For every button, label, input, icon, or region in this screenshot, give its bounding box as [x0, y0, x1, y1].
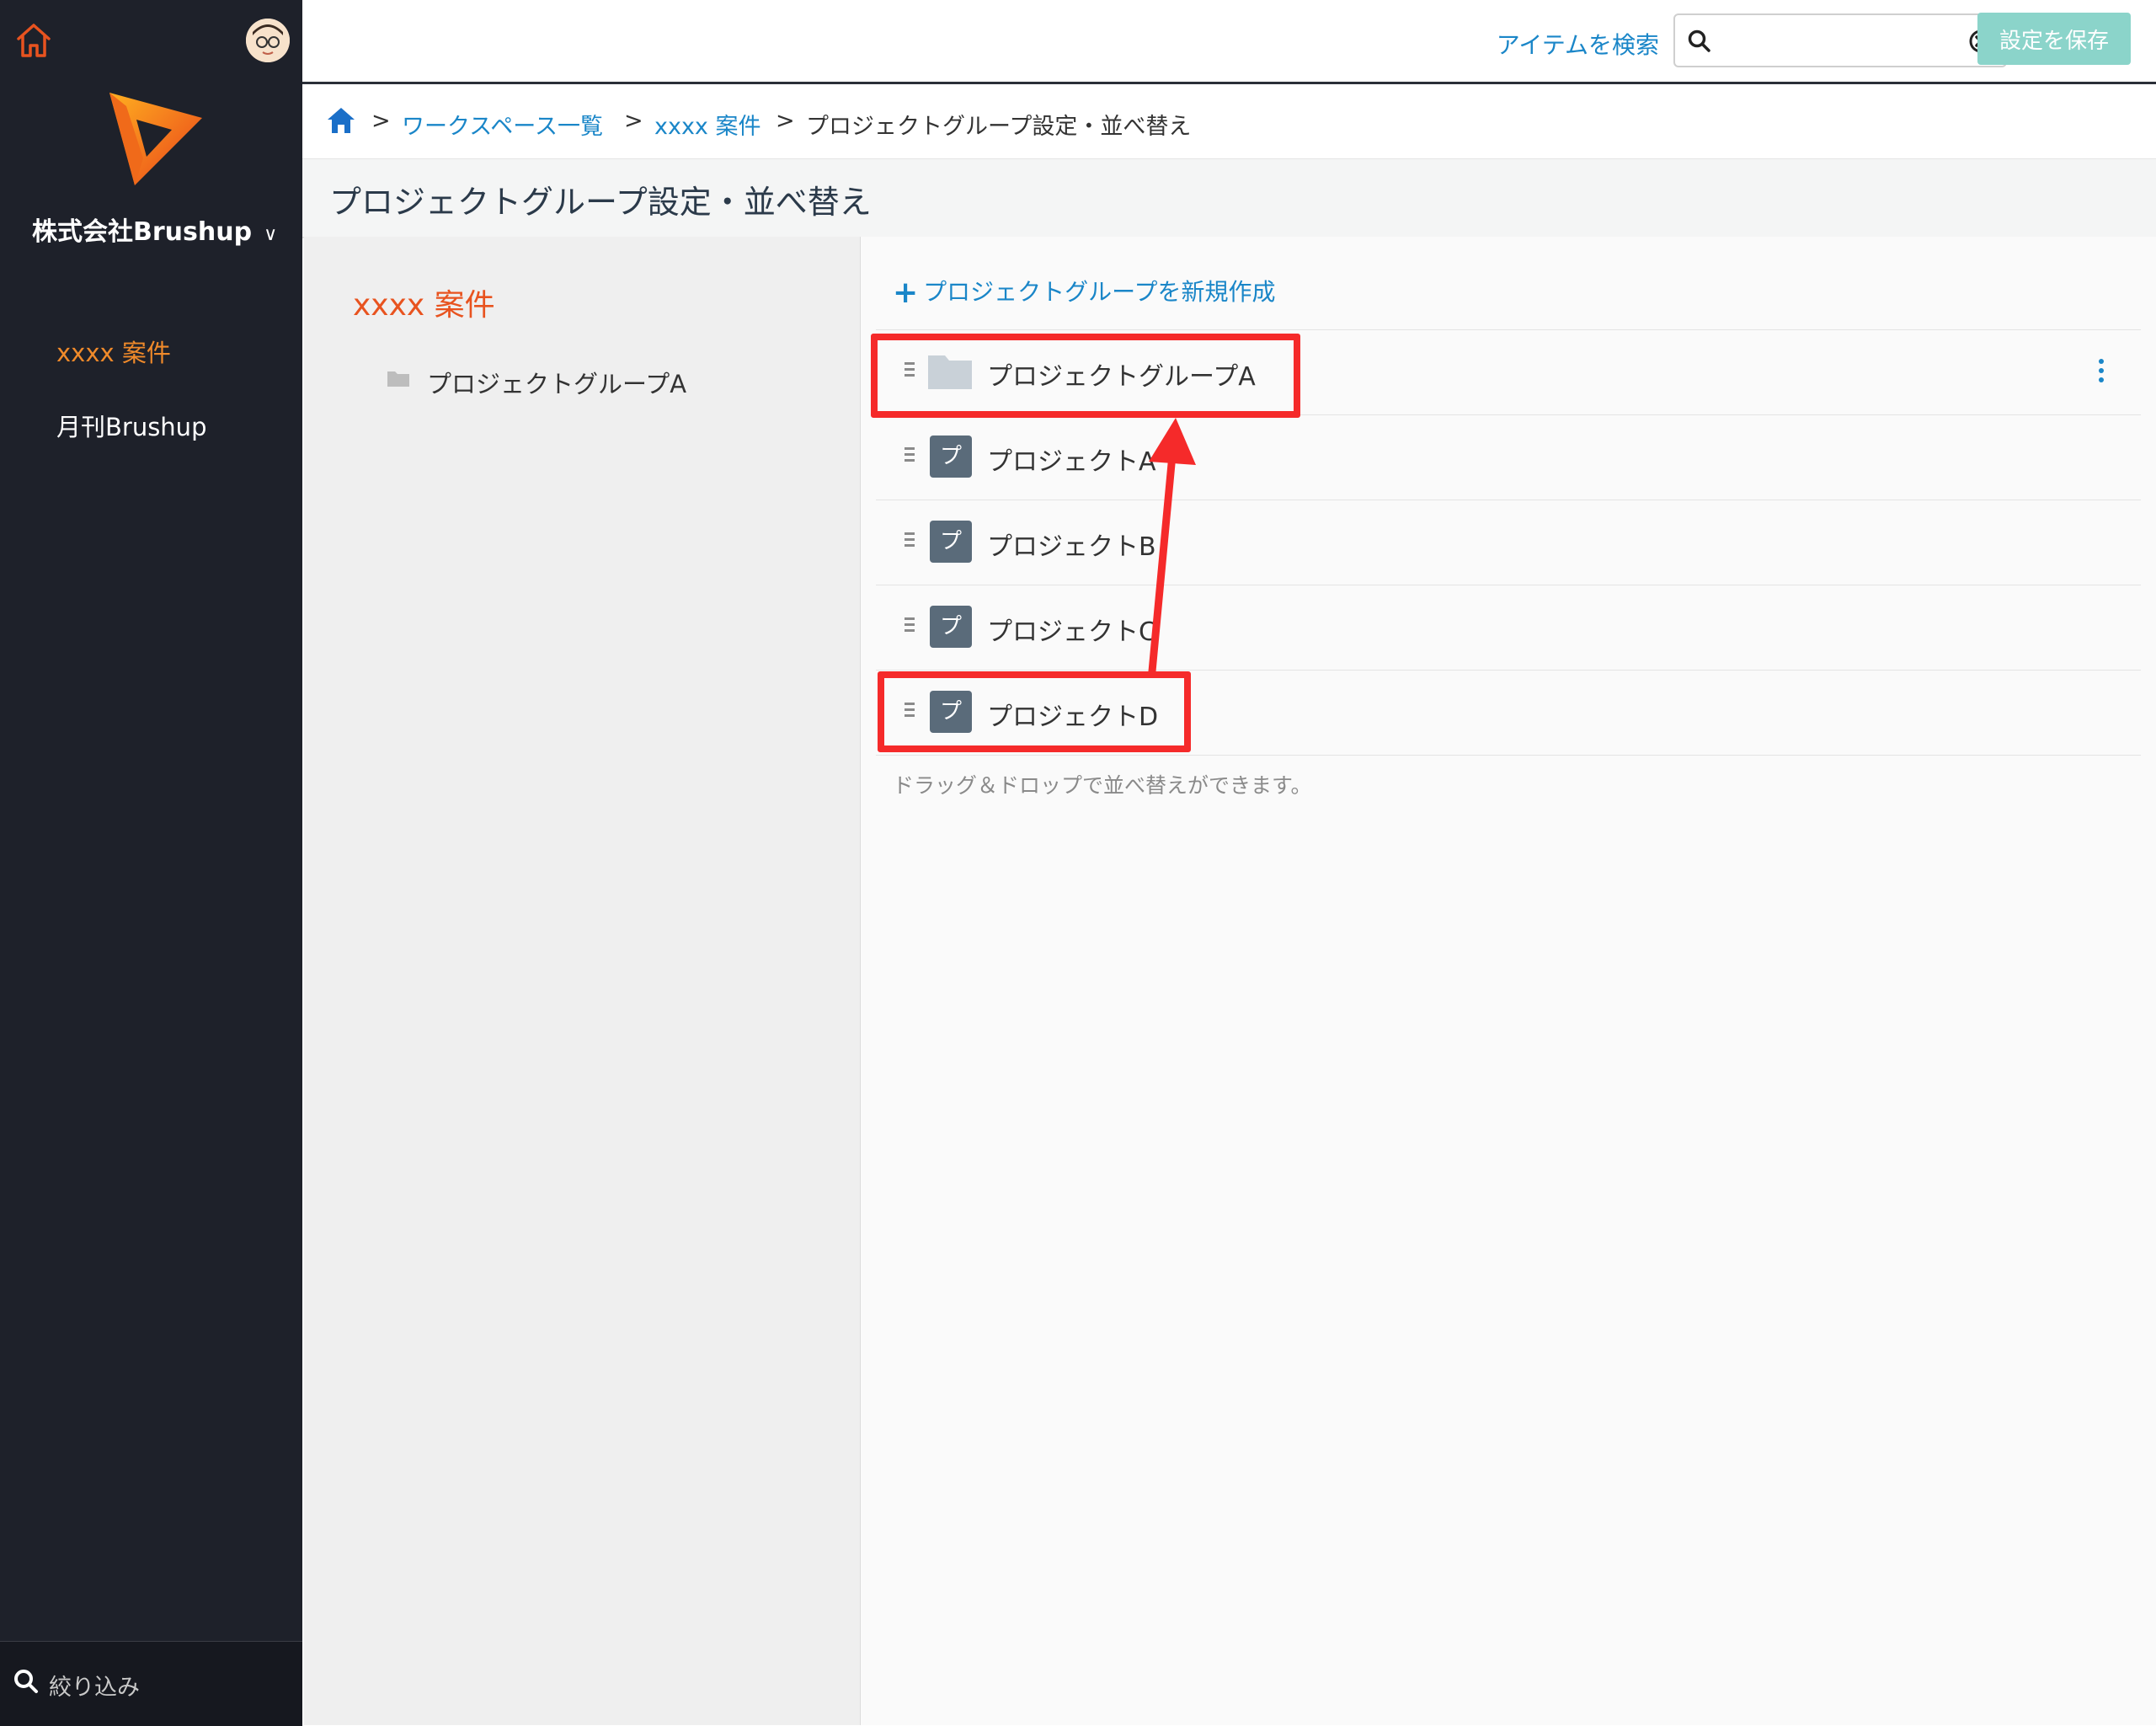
new-group-button[interactable]: + プロジェクトグループを新規作成 [893, 274, 1276, 310]
search-input[interactable] [1719, 24, 1950, 59]
title-bar: プロジェクトグループ設定・並べ替え [302, 158, 2156, 238]
avatar[interactable] [246, 19, 290, 62]
breadcrumb-workspace[interactable]: xxxx 案件 [654, 108, 761, 141]
chevron-down-icon: ∨ [264, 224, 278, 245]
drag-handle-icon[interactable] [905, 532, 915, 553]
list-item-label: プロジェクトB [987, 532, 1156, 562]
filter-placeholder: 絞り込み [49, 1675, 140, 1701]
list-item[interactable]: プ プロジェクトB [876, 500, 2141, 585]
list-item-label: プロジェクトC [987, 617, 1156, 647]
search-icon [14, 1670, 38, 1693]
project-icon: プ [930, 606, 972, 648]
breadcrumb-workspace-list[interactable]: ワークスペース一覧 [402, 108, 603, 141]
search-box[interactable] [1673, 13, 2007, 67]
list-item[interactable]: プ プロジェクトA [876, 414, 2141, 500]
sidebar-filter[interactable]: 絞り込み [0, 1641, 302, 1726]
project-icon: プ [930, 436, 972, 478]
group-tree-panel: xxxx 案件 プロジェクトグループA [304, 237, 861, 1725]
drag-handle-icon[interactable] [905, 447, 915, 468]
more-options-icon[interactable] [2099, 359, 2104, 387]
breadcrumb-separator: > [624, 108, 643, 134]
list-item-label: プロジェクトA [987, 447, 1156, 477]
tree-item-group[interactable]: プロジェクトグループA [427, 365, 686, 400]
breadcrumb-separator: > [776, 108, 795, 134]
save-settings-button[interactable]: 設定を保存 [1977, 13, 2131, 65]
sidebar-item-monthly-brushup[interactable]: 月刊Brushup [56, 408, 206, 443]
home-icon[interactable] [12, 19, 56, 62]
new-group-label: プロジェクトグループを新規作成 [923, 278, 1276, 306]
drag-handle-icon[interactable] [905, 617, 915, 638]
project-icon: プ [930, 521, 972, 563]
highlight-box-project-d [878, 671, 1191, 752]
sort-panel: + プロジェクトグループを新規作成 プロジェクトグループA プ プロジェクトA プ… [861, 237, 2156, 1725]
brushup-logo [109, 93, 202, 185]
workspace-title: xxxx 案件 [353, 288, 495, 323]
folder-icon [387, 371, 409, 387]
page-title: プロジェクトグループ設定・並べ替え [329, 184, 872, 221]
search-icon [1688, 29, 1710, 52]
home-icon[interactable] [326, 106, 356, 135]
breadcrumb-separator: > [371, 108, 391, 134]
company-switcher[interactable]: 株式会社Brushup ∨ [32, 211, 277, 248]
highlight-box-group [871, 334, 1300, 418]
sidebar: 株式会社Brushup ∨ xxxx 案件 月刊Brushup 絞り込み [0, 0, 302, 1726]
sidebar-item-workspace[interactable]: xxxx 案件 [56, 334, 171, 369]
item-search-link[interactable]: アイテムを検索 [1497, 27, 1659, 61]
list-item[interactable]: プ プロジェクトC [876, 585, 2141, 670]
company-name: 株式会社Brushup [32, 217, 253, 247]
breadcrumb: > ワークスペース一覧 > xxxx 案件 > プロジェクトグループ設定・並べ替… [302, 84, 2156, 158]
drag-drop-hint: ドラッグ＆ドロップで並べ替えができます。 [893, 773, 1312, 798]
plus-icon: + [893, 275, 919, 310]
breadcrumb-current: プロジェクトグループ設定・並べ替え [806, 114, 1192, 140]
